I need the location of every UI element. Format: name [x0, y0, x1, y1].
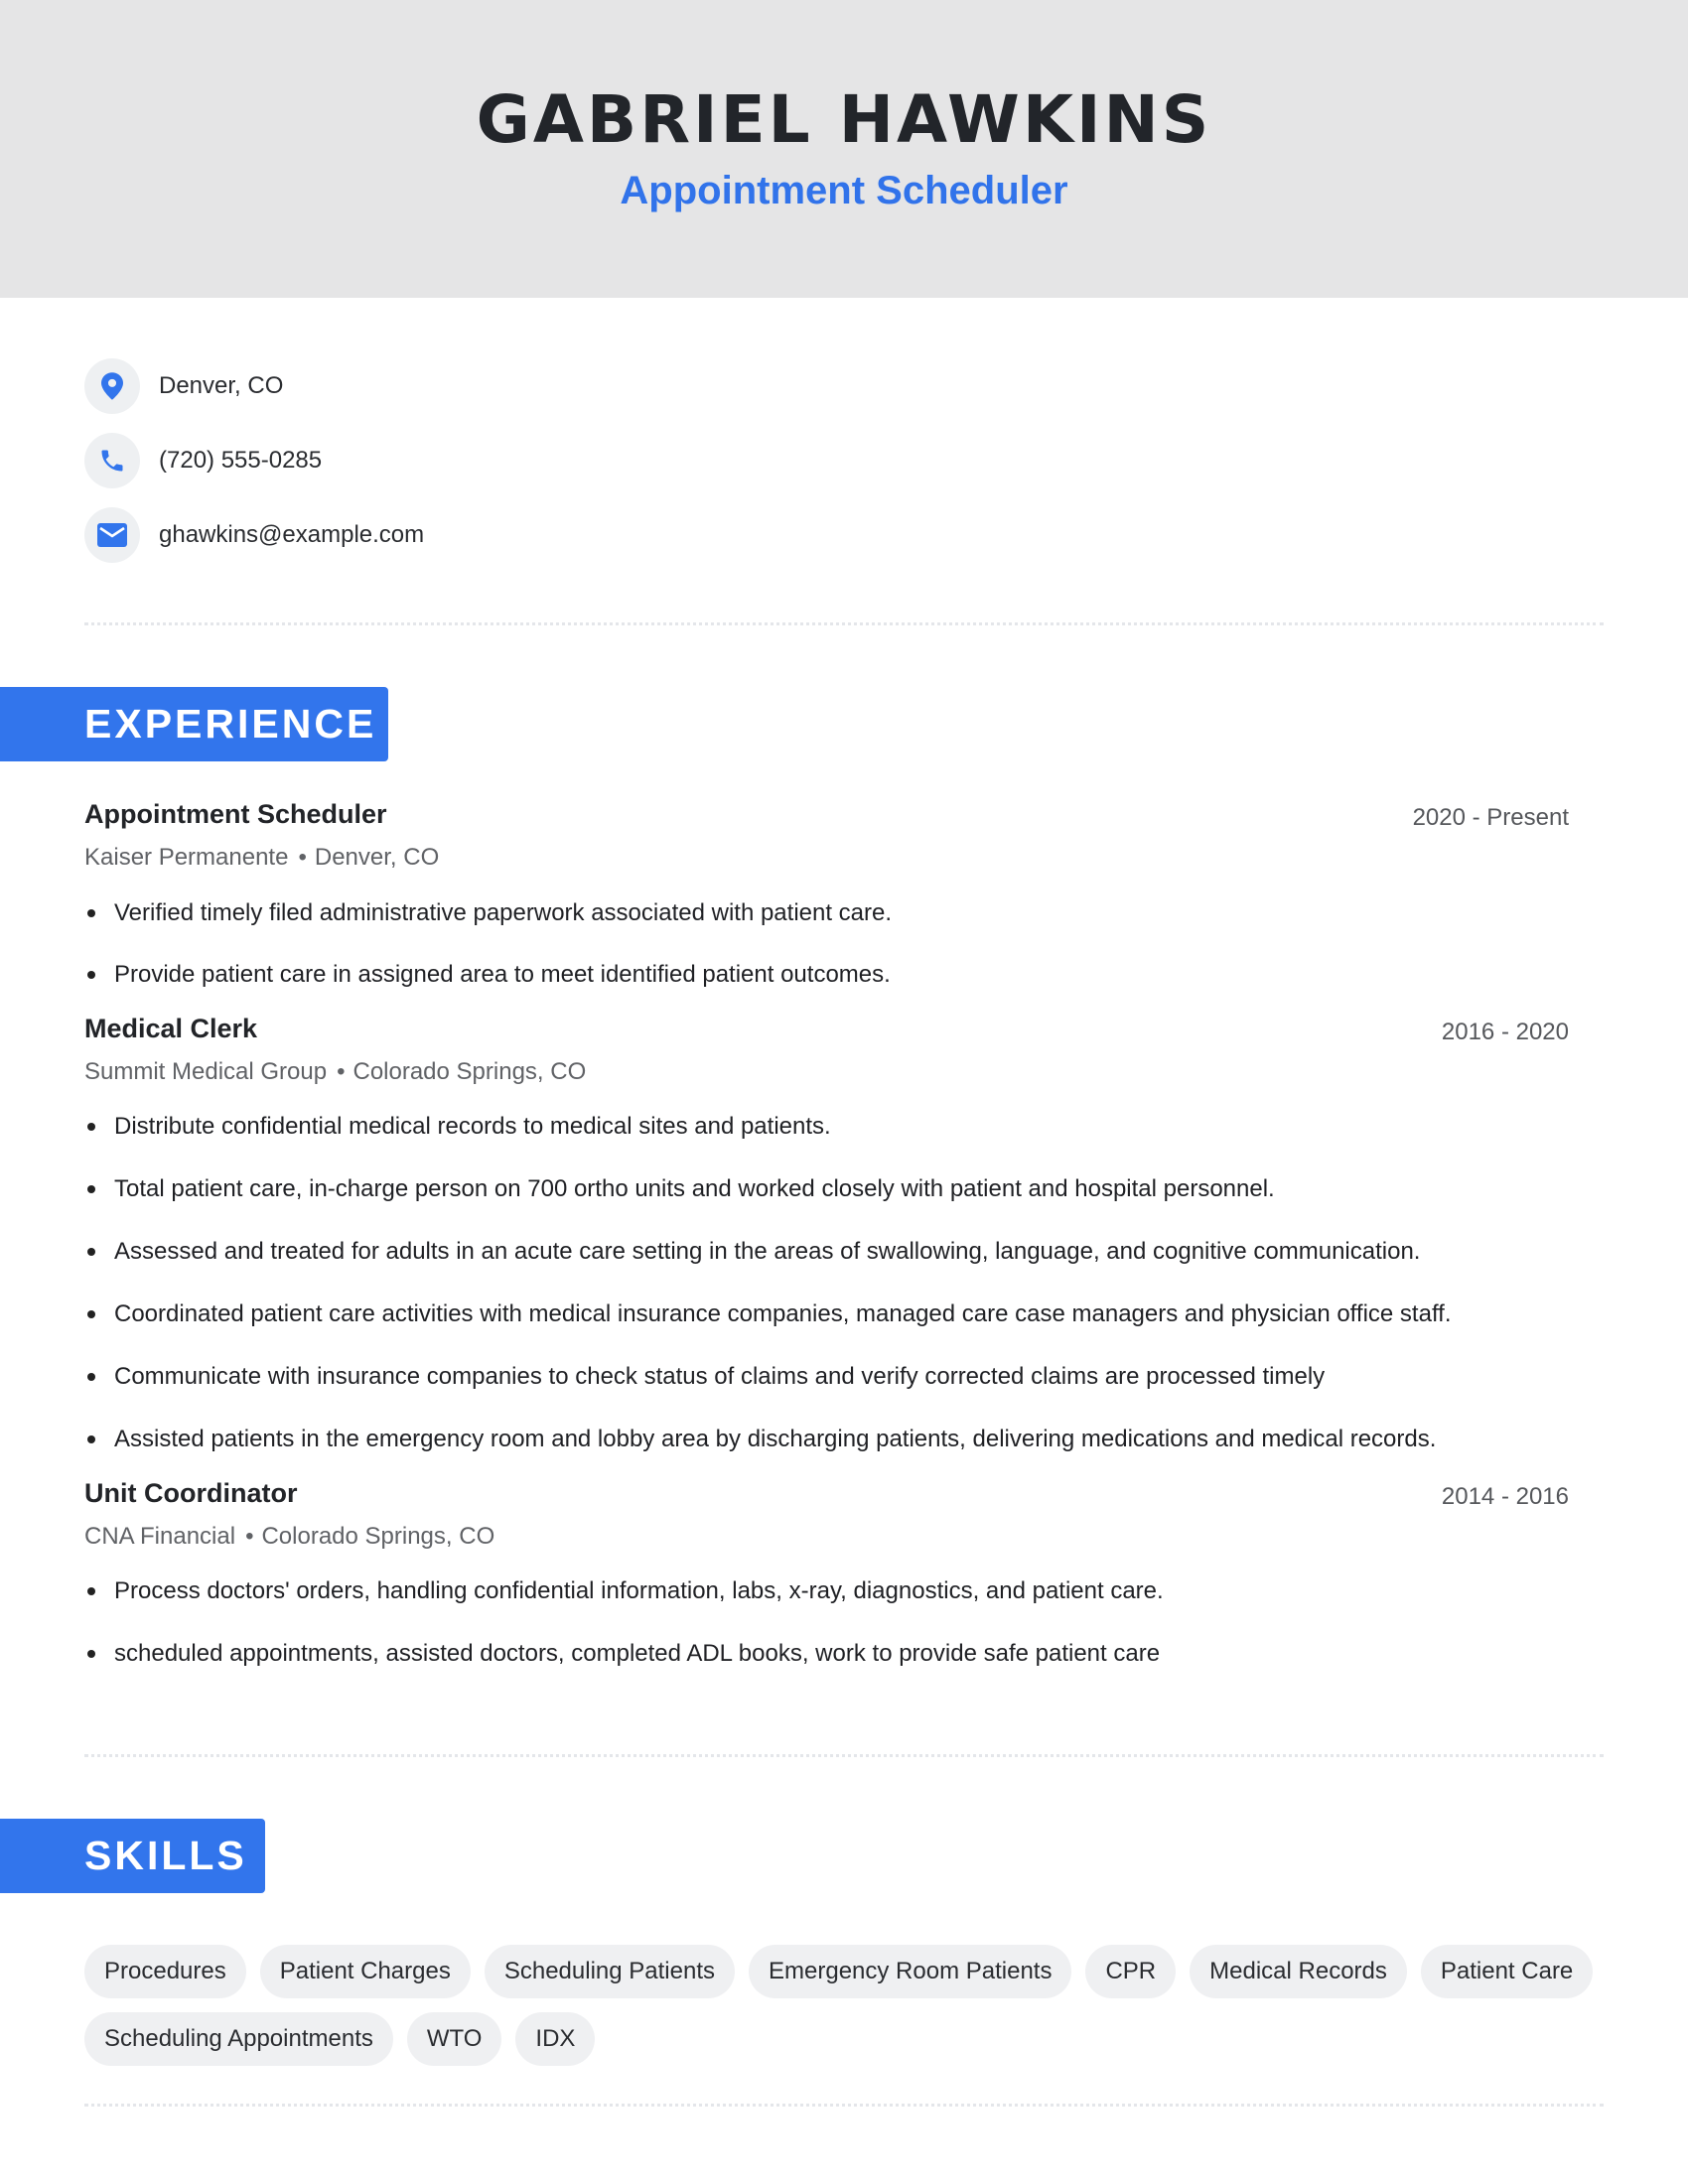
job-company-location: Kaiser Permanente • Denver, CO: [84, 844, 439, 872]
skills-section-heading: SKILLS: [0, 1819, 265, 1893]
bullet-dot-icon: [87, 1373, 95, 1381]
bullet-text: Process doctors' orders, handling confid…: [114, 1577, 1164, 1604]
bullet-dot-icon: [87, 909, 95, 917]
bullet-dot-icon: [87, 1310, 95, 1318]
job-dates: 2016 - 2020: [1441, 1019, 1569, 1045]
job-company-location: CNA Financial • Colorado Springs, CO: [84, 1523, 494, 1551]
bullet-dot-icon: [87, 1185, 95, 1193]
skill-chip: Scheduling Patients: [484, 1945, 735, 1998]
bullet-text: Verified timely filed administrative pap…: [114, 899, 893, 926]
job-company: Summit Medical Group: [84, 1058, 328, 1085]
skill-chip: CPR: [1085, 1945, 1177, 1998]
skill-chip: IDX: [515, 2012, 596, 2066]
job-bullet: Verified timely filed administrative pap…: [87, 899, 892, 927]
bullet-text: scheduled appointments, assisted doctors…: [114, 1640, 1161, 1667]
bullet-text: Distribute confidential medical records …: [114, 1113, 831, 1140]
contact-phone: (720) 555-0285: [84, 433, 322, 488]
bullet-dot-icon: [87, 971, 95, 979]
skill-chip: Procedures: [84, 1945, 246, 1998]
mail-icon: [84, 507, 140, 563]
job-location: Colorado Springs, CO: [352, 1058, 587, 1085]
section-divider: [84, 1754, 1604, 1757]
resume-header: GABRIEL HAWKINS Appointment Scheduler: [0, 0, 1688, 298]
job-bullet: Provide patient care in assigned area to…: [87, 961, 891, 989]
job-location: Colorado Springs, CO: [261, 1523, 495, 1550]
job-dates: 2020 - Present: [1412, 804, 1569, 831]
job-bullet: Assessed and treated for adults in an ac…: [87, 1238, 1420, 1266]
experience-heading-text: EXPERIENCE: [84, 701, 377, 747]
job-bullet: Distribute confidential medical records …: [87, 1113, 831, 1141]
bullet-text: Total patient care, in-charge person on …: [114, 1175, 1275, 1202]
bullet-dot-icon: [87, 1650, 95, 1658]
bullet-dot-icon: [87, 1123, 95, 1131]
candidate-role: Appointment Scheduler: [620, 169, 1068, 212]
job-title: Unit Coordinator: [84, 1478, 298, 1508]
section-divider: [84, 2104, 1604, 2107]
job-dates: 2014 - 2016: [1441, 1483, 1569, 1510]
job-bullet: scheduled appointments, assisted doctors…: [87, 1640, 1160, 1668]
bullet-text: Coordinated patient care activities with…: [114, 1300, 1452, 1327]
bullet-text: Provide patient care in assigned area to…: [114, 961, 891, 988]
job-bullet: Communicate with insurance companies to …: [87, 1363, 1325, 1391]
job-bullet: Total patient care, in-charge person on …: [87, 1175, 1275, 1203]
skill-chip: Emergency Room Patients: [749, 1945, 1072, 1998]
skill-chip: Medical Records: [1190, 1945, 1407, 1998]
skills-list: Procedures Patient Charges Scheduling Pa…: [84, 1945, 1614, 2066]
experience-section-heading: EXPERIENCE: [0, 687, 388, 761]
contact-email: ghawkins@example.com: [84, 507, 424, 563]
skills-heading-text: SKILLS: [84, 1833, 247, 1878]
job-company: CNA Financial: [84, 1523, 236, 1550]
location-pin-icon: [84, 358, 140, 414]
separator-dot: •: [337, 1058, 346, 1085]
bullet-text: Assessed and treated for adults in an ac…: [114, 1238, 1421, 1265]
skill-chip: Patient Care: [1420, 1945, 1594, 1998]
contact-location: Denver, CO: [84, 358, 283, 414]
bullet-text: Assisted patients in the emergency room …: [114, 1426, 1437, 1452]
job-location: Denver, CO: [314, 844, 440, 871]
job-bullet: Assisted patients in the emergency room …: [87, 1426, 1436, 1453]
job-bullet: Coordinated patient care activities with…: [87, 1300, 1452, 1328]
skill-chip: WTO: [406, 2012, 502, 2066]
section-divider: [84, 622, 1604, 625]
contact-location-text: Denver, CO: [159, 372, 284, 399]
bullet-dot-icon: [87, 1248, 95, 1256]
separator-dot: •: [298, 844, 307, 871]
separator-dot: •: [245, 1523, 254, 1550]
phone-icon: [84, 433, 140, 488]
job-company-location: Summit Medical Group • Colorado Springs, C…: [84, 1058, 586, 1086]
job-title: Medical Clerk: [84, 1014, 258, 1043]
skill-chip: Patient Charges: [259, 1945, 471, 1998]
contact-email-text[interactable]: ghawkins@example.com: [159, 521, 424, 549]
job-bullet: Process doctors' orders, handling confid…: [87, 1577, 1164, 1605]
skill-chip: Scheduling Appointments: [84, 2012, 393, 2066]
candidate-name: GABRIEL HAWKINS: [476, 81, 1212, 158]
job-company: Kaiser Permanente: [84, 844, 289, 871]
bullet-dot-icon: [87, 1587, 95, 1595]
bullet-text: Communicate with insurance companies to …: [114, 1363, 1326, 1390]
job-title: Appointment Scheduler: [84, 799, 387, 829]
contact-phone-text[interactable]: (720) 555-0285: [159, 447, 322, 475]
bullet-dot-icon: [87, 1435, 95, 1443]
